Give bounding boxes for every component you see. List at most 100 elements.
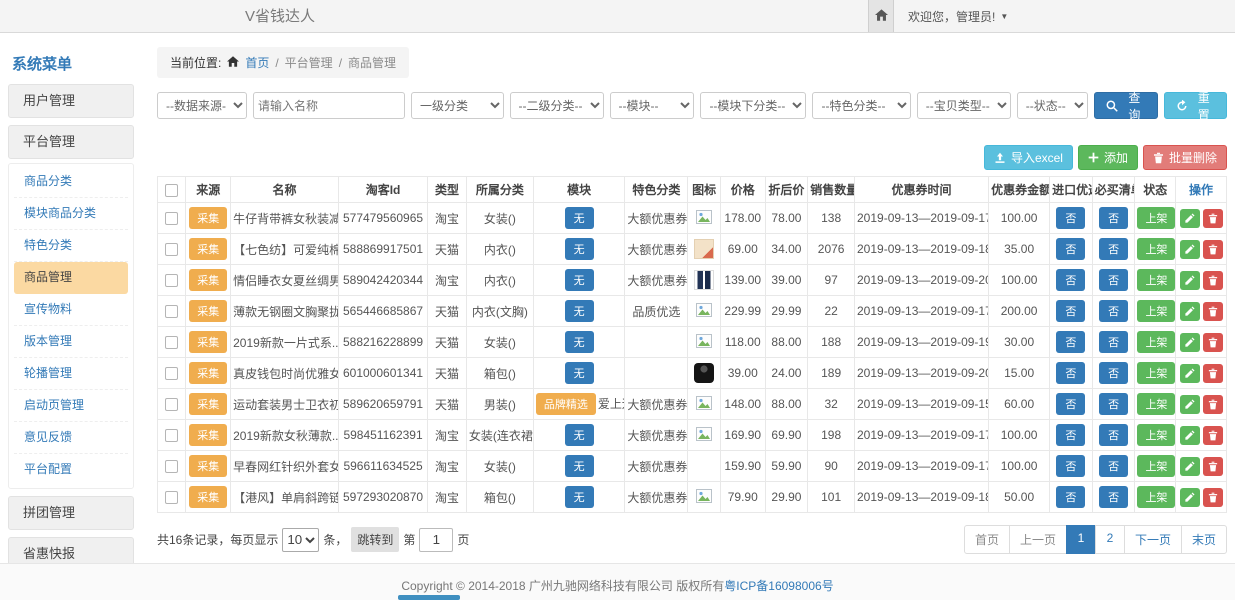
edit-button[interactable]: [1180, 364, 1200, 383]
must-buy-toggle-button[interactable]: 否: [1099, 300, 1128, 322]
import-toggle-button[interactable]: 否: [1056, 424, 1085, 446]
pager-button[interactable]: 上一页: [1009, 525, 1067, 554]
row-checkbox[interactable]: [165, 398, 178, 411]
delete-button[interactable]: [1203, 240, 1223, 259]
import-toggle-button[interactable]: 否: [1056, 486, 1085, 508]
import-excel-button[interactable]: 导入excel: [984, 145, 1073, 170]
add-button[interactable]: 添加: [1078, 145, 1138, 170]
pager-button[interactable]: 首页: [964, 525, 1010, 554]
sidebar-item[interactable]: 轮播管理: [14, 358, 128, 390]
search-button[interactable]: 查询: [1094, 92, 1157, 119]
sidebar-item[interactable]: 版本管理: [14, 326, 128, 358]
delete-button[interactable]: [1203, 271, 1223, 290]
pager-button[interactable]: 2: [1095, 525, 1125, 554]
must-buy-toggle-button[interactable]: 否: [1099, 269, 1128, 291]
row-checkbox[interactable]: [165, 429, 178, 442]
import-toggle-button[interactable]: 否: [1056, 300, 1085, 322]
status-on-shelf-button[interactable]: 上架: [1137, 300, 1175, 322]
status-on-shelf-button[interactable]: 上架: [1137, 393, 1175, 415]
row-checkbox[interactable]: [165, 305, 178, 318]
item-type-select[interactable]: --宝贝类型--: [917, 92, 1011, 119]
sidebar-item[interactable]: 商品管理: [14, 262, 128, 294]
module-sub-category-select[interactable]: --模块下分类--: [700, 92, 806, 119]
sidebar-item[interactable]: 意见反馈: [14, 422, 128, 454]
row-checkbox[interactable]: [165, 336, 178, 349]
sidebar-item[interactable]: 平台配置: [14, 454, 128, 486]
home-button[interactable]: [868, 0, 894, 32]
edit-button[interactable]: [1180, 209, 1200, 228]
edit-button[interactable]: [1180, 457, 1200, 476]
jump-button[interactable]: 跳转到: [351, 527, 399, 552]
must-buy-toggle-button[interactable]: 否: [1099, 331, 1128, 353]
delete-button[interactable]: [1203, 209, 1223, 228]
must-buy-toggle-button[interactable]: 否: [1099, 486, 1128, 508]
sidebar-item[interactable]: 启动页管理: [14, 390, 128, 422]
row-checkbox[interactable]: [165, 460, 178, 473]
level1-category-select[interactable]: 一级分类: [411, 92, 504, 119]
import-toggle-button[interactable]: 否: [1056, 362, 1085, 384]
delete-button[interactable]: [1203, 395, 1223, 414]
edit-button[interactable]: [1180, 333, 1200, 352]
pager-button[interactable]: 末页: [1181, 525, 1227, 554]
edit-button[interactable]: [1180, 395, 1200, 414]
data-source-select[interactable]: --数据来源--: [157, 92, 247, 119]
import-toggle-button[interactable]: 否: [1056, 331, 1085, 353]
status-on-shelf-button[interactable]: 上架: [1137, 486, 1175, 508]
status-select[interactable]: --状态--: [1017, 92, 1088, 119]
edit-button[interactable]: [1180, 488, 1200, 507]
name-input[interactable]: [253, 92, 405, 119]
delete-button[interactable]: [1203, 333, 1223, 352]
sidebar-item[interactable]: 宣传物料: [14, 294, 128, 326]
sidebar-group-0[interactable]: 用户管理: [8, 84, 134, 118]
scrollbar-thumb[interactable]: [398, 595, 460, 600]
import-toggle-button[interactable]: 否: [1056, 455, 1085, 477]
status-on-shelf-button[interactable]: 上架: [1137, 424, 1175, 446]
row-checkbox[interactable]: [165, 491, 178, 504]
status-on-shelf-button[interactable]: 上架: [1137, 207, 1175, 229]
pager-button[interactable]: 1: [1066, 525, 1096, 554]
status-on-shelf-button[interactable]: 上架: [1137, 331, 1175, 353]
reset-button[interactable]: 重置: [1164, 92, 1227, 119]
import-toggle-button[interactable]: 否: [1056, 238, 1085, 260]
delete-button[interactable]: [1203, 426, 1223, 445]
icp-link[interactable]: 粤ICP备16098006号: [724, 579, 833, 593]
delete-button[interactable]: [1203, 488, 1223, 507]
delete-button[interactable]: [1203, 457, 1223, 476]
row-checkbox[interactable]: [165, 243, 178, 256]
must-buy-toggle-button[interactable]: 否: [1099, 393, 1128, 415]
sidebar-item[interactable]: 特色分类: [14, 230, 128, 262]
must-buy-toggle-button[interactable]: 否: [1099, 455, 1128, 477]
must-buy-toggle-button[interactable]: 否: [1099, 424, 1128, 446]
import-toggle-button[interactable]: 否: [1056, 269, 1085, 291]
per-page-select[interactable]: 10: [282, 528, 319, 552]
delete-button[interactable]: [1203, 302, 1223, 321]
user-menu[interactable]: 欢迎您，管理员! ▼: [894, 0, 1008, 32]
import-toggle-button[interactable]: 否: [1056, 207, 1085, 229]
batch-delete-button[interactable]: 批量删除: [1143, 145, 1227, 170]
status-on-shelf-button[interactable]: 上架: [1137, 269, 1175, 291]
sidebar-group-2[interactable]: 拼团管理: [8, 496, 134, 530]
module-select[interactable]: --模块--: [610, 92, 695, 119]
edit-button[interactable]: [1180, 271, 1200, 290]
jump-page-input[interactable]: [419, 528, 453, 552]
status-on-shelf-button[interactable]: 上架: [1137, 238, 1175, 260]
sidebar-item[interactable]: 模块商品分类: [14, 198, 128, 230]
select-all-checkbox[interactable]: [165, 184, 178, 197]
row-checkbox[interactable]: [165, 367, 178, 380]
status-on-shelf-button[interactable]: 上架: [1137, 455, 1175, 477]
breadcrumb-home-link[interactable]: 首页: [245, 54, 269, 71]
row-checkbox[interactable]: [165, 212, 178, 225]
edit-button[interactable]: [1180, 302, 1200, 321]
edit-button[interactable]: [1180, 426, 1200, 445]
delete-button[interactable]: [1203, 364, 1223, 383]
row-checkbox[interactable]: [165, 274, 178, 287]
level2-category-select[interactable]: --二级分类--: [510, 92, 604, 119]
sidebar-group-3[interactable]: 省惠快报: [8, 537, 134, 563]
pager-button[interactable]: 下一页: [1124, 525, 1182, 554]
import-toggle-button[interactable]: 否: [1056, 393, 1085, 415]
edit-button[interactable]: [1180, 240, 1200, 259]
must-buy-toggle-button[interactable]: 否: [1099, 207, 1128, 229]
sidebar-group-1[interactable]: 平台管理: [8, 125, 134, 159]
must-buy-toggle-button[interactable]: 否: [1099, 238, 1128, 260]
feature-category-select[interactable]: --特色分类--: [812, 92, 910, 119]
